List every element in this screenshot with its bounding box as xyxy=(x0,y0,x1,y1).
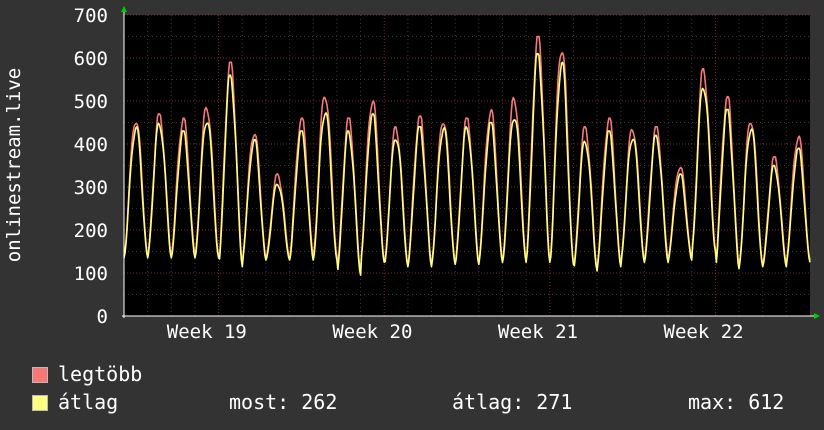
y-tick-label: 700 xyxy=(74,5,108,27)
y-tick-label: 400 xyxy=(74,134,108,156)
stat-most: most: 262 xyxy=(229,390,338,414)
legend-swatch-atlag xyxy=(32,395,48,411)
y-tick-label: 200 xyxy=(74,220,108,242)
x-axis-arrow-icon xyxy=(814,313,820,319)
stat-avg: átlag: 271 xyxy=(452,390,573,414)
y-tick-label: 300 xyxy=(74,177,108,199)
y-tick-label: 500 xyxy=(74,91,108,113)
legend-label-atlag: átlag xyxy=(58,390,119,414)
y-axis-ticks: 0 100 200 300 400 500 600 700 xyxy=(74,5,108,328)
legend-row-max-series: legtöbb xyxy=(32,362,812,390)
x-tick-label: Week 19 xyxy=(167,321,247,343)
legend-label-legtobb: legtöbb xyxy=(58,362,143,386)
x-tick-label: Week 20 xyxy=(332,321,412,343)
stat-max: max: 612 xyxy=(688,390,785,414)
legend: legtöbb átlag most: 262 átlag: 271 max: … xyxy=(32,362,812,418)
x-tick-label: Week 22 xyxy=(664,321,744,343)
legend-swatch-legtobb xyxy=(32,367,48,383)
y-tick-label: 0 xyxy=(97,306,108,328)
x-tick-label: Week 21 xyxy=(498,321,578,343)
plot-area xyxy=(124,15,810,316)
y-tick-label: 600 xyxy=(74,48,108,70)
y-tick-label: 100 xyxy=(74,263,108,285)
y-axis-label: onlinestream.live xyxy=(3,68,25,262)
y-axis-arrow-icon xyxy=(121,6,127,12)
legend-row-avg-series: átlag most: 262 átlag: 271 max: 612 xyxy=(32,390,812,418)
x-axis-ticks: Week 19 Week 20 Week 21 Week 22 xyxy=(167,321,744,343)
